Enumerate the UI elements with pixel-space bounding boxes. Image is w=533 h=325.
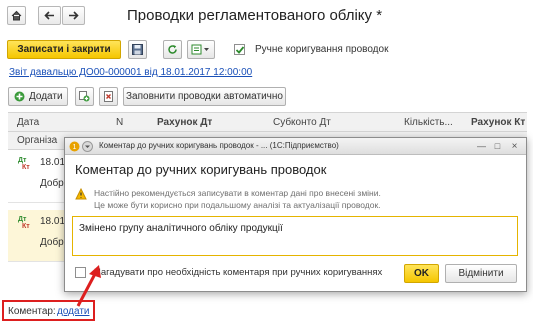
header-organization[interactable]: Організа (17, 135, 57, 146)
comment-label: Коментар: (8, 306, 56, 317)
dialog-window-title: Коментар до ручних коригувань проводок -… (99, 141, 339, 150)
close-icon[interactable]: × (508, 141, 521, 152)
structure-dropdown-button[interactable] (187, 40, 215, 59)
app-logo-icon: 1 (69, 141, 80, 152)
arrow-right-icon (69, 11, 79, 20)
floppy-disk-icon (132, 44, 143, 55)
info-line-2: Це може бути корисно при подальшому анал… (94, 200, 381, 210)
ok-button[interactable]: OK (404, 264, 439, 283)
arrow-left-icon (44, 11, 54, 20)
save-button[interactable] (128, 40, 147, 59)
dialog-info-text: Настійно рекомендується записувати в ком… (94, 187, 381, 211)
dt-mark: Дт (18, 157, 27, 164)
info-line-1: Настійно рекомендується записувати в ком… (94, 188, 381, 198)
back-button[interactable] (38, 6, 61, 25)
comment-text: Змінено групу аналітичного обліку продук… (79, 223, 283, 234)
page-title: Проводки регламентованого обліку * (127, 7, 383, 24)
remind-label: Нагадувати про необхідність коментаря пр… (94, 267, 383, 278)
comment-textarea[interactable]: Змінено групу аналітичного обліку продук… (72, 216, 518, 256)
maximize-icon[interactable]: □ (491, 141, 504, 152)
dt-kt-icon: Дт Кт (18, 216, 30, 230)
structure-dropdown-icon (191, 44, 209, 55)
minimize-icon[interactable]: — (475, 141, 488, 152)
header-subconto-dt[interactable]: Субконто Дт (273, 117, 331, 128)
manual-edit-checkbox[interactable] (234, 44, 245, 55)
row-date: 18.01 (40, 157, 66, 168)
forward-button[interactable] (62, 6, 85, 25)
checkmark-icon (235, 46, 245, 54)
copy-row-button[interactable] (75, 87, 94, 106)
save-and-close-button[interactable]: Записати і закрити (7, 40, 121, 59)
header-number[interactable]: N (116, 117, 123, 128)
kt-mark: Кт (22, 223, 30, 230)
header-date[interactable]: Дата (17, 117, 39, 128)
dialog-heading: Коментар до ручних коригувань проводок (75, 162, 327, 177)
comment-dialog: 1 Коментар до ручних коригувань проводок… (64, 137, 527, 292)
house-icon (11, 10, 22, 21)
add-row-button[interactable]: Додати (8, 87, 68, 106)
fill-automatically-button[interactable]: Заповнити проводки автоматично (123, 87, 286, 106)
header-account-kt[interactable]: Рахунок Кт (471, 117, 525, 128)
header-quantity[interactable]: Кількість... (404, 117, 453, 128)
add-comment-link[interactable]: додати (57, 306, 90, 317)
dialog-title-bar: 1 Коментар до ручних коригувань проводок… (65, 138, 526, 155)
manual-edit-label: Ручне коригування проводок (255, 44, 389, 55)
delete-row-button[interactable] (99, 87, 118, 106)
source-document-link[interactable]: Звіт давальцю ДО00-000001 від 18.01.2017… (9, 67, 252, 78)
cancel-button[interactable]: Відмінити (445, 264, 517, 283)
menu-dropdown-icon[interactable] (82, 141, 93, 152)
dt-mark: Дт (18, 216, 27, 223)
copy-add-icon (79, 91, 90, 102)
header-account-dt[interactable]: Рахунок Дт (157, 117, 212, 128)
row-organization: Добр (40, 237, 64, 248)
delete-document-icon (104, 91, 113, 102)
row-organization: Добр (40, 178, 64, 189)
refresh-button[interactable] (163, 40, 182, 59)
warning-icon (75, 188, 87, 200)
add-row-label: Додати (29, 91, 63, 102)
row-date: 18.01 (40, 216, 66, 227)
plus-circle-icon (14, 91, 25, 102)
refresh-icon (168, 45, 177, 54)
dt-kt-icon: Дт Кт (18, 157, 30, 171)
svg-text:1: 1 (73, 144, 77, 151)
home-button[interactable] (7, 6, 26, 25)
grid-header: Дата N Рахунок Дт Субконто Дт Кількість.… (8, 112, 527, 132)
kt-mark: Кт (22, 164, 30, 171)
